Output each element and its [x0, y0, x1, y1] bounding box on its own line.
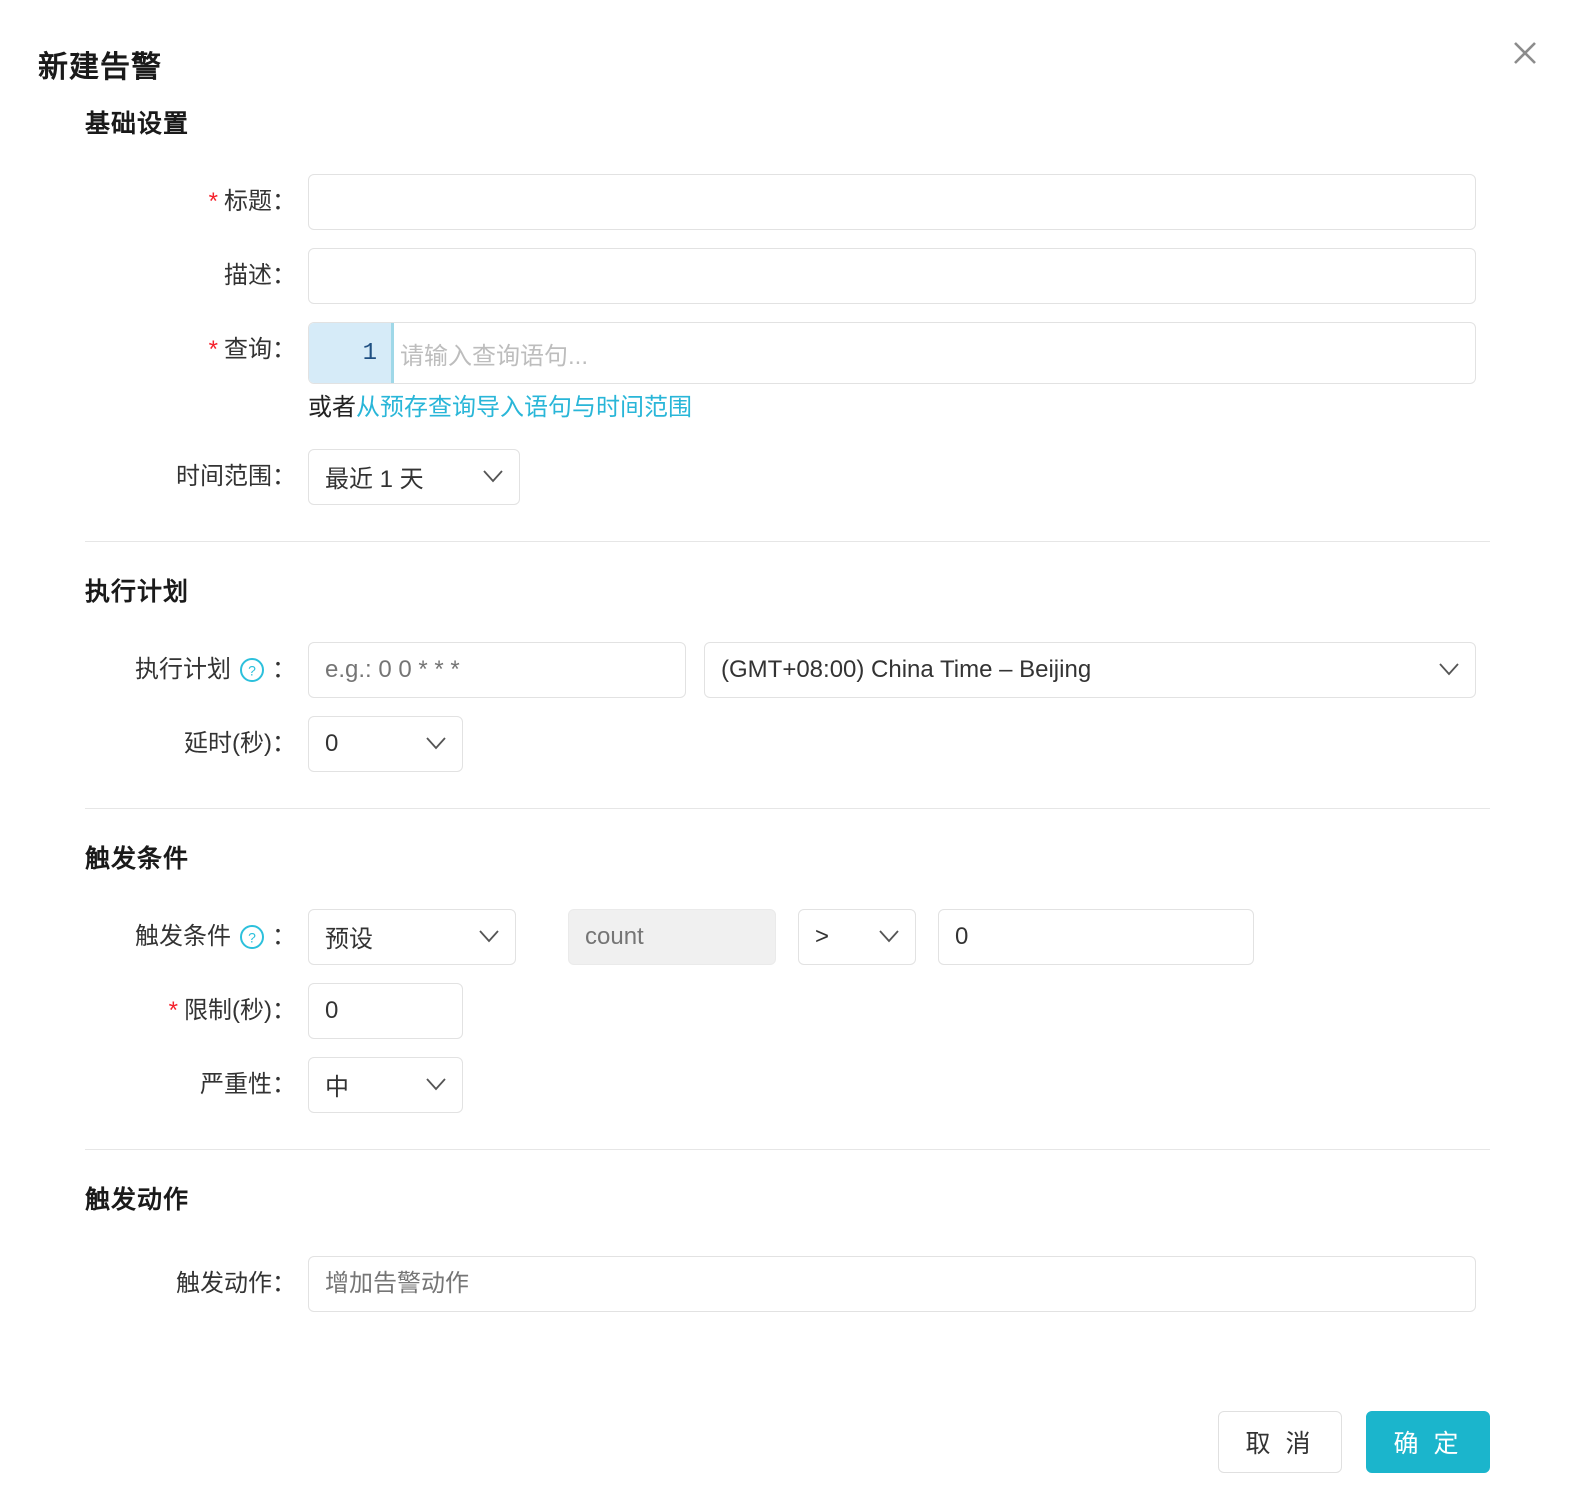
time-range-value: 最近 1 天	[325, 466, 424, 494]
label-severity: 严重性：	[200, 1070, 296, 1098]
limit-input[interactable]	[308, 982, 463, 1039]
threshold-input[interactable]	[938, 908, 1254, 965]
chevron-down-icon	[426, 1078, 446, 1091]
timezone-value: (GMT+08:00) China Time – Beijing	[721, 655, 1092, 683]
label-delay: 延时(秒)：	[184, 729, 296, 757]
label-query: * 查询：	[85, 322, 308, 378]
row-limit: * 限制(秒)：	[0, 982, 1594, 1039]
query-line-number: 1	[309, 323, 391, 383]
operator-value: >	[815, 922, 830, 950]
chevron-down-icon	[879, 930, 899, 943]
cron-input[interactable]	[308, 641, 686, 698]
chevron-down-icon	[479, 930, 499, 943]
row-query: * 查询： 1 请输入查询语句...	[0, 322, 1594, 384]
label-cron-text: 执行计划	[135, 655, 231, 683]
count-field-input[interactable]	[568, 908, 776, 965]
label-limit: * 限制(秒)：	[85, 983, 308, 1039]
divider-schedule	[85, 540, 1490, 542]
label-title: * 标题：	[85, 174, 308, 230]
severity-value: 中	[325, 1074, 349, 1102]
label-trigger-action: 触发动作：	[176, 1269, 296, 1297]
close-icon[interactable]	[1508, 36, 1542, 70]
svg-text:?: ?	[248, 930, 256, 946]
chevron-down-icon	[483, 470, 503, 483]
section-heading-trigger: 触发条件	[85, 844, 190, 873]
required-marker-title: *	[208, 188, 218, 215]
row-time-range: 时间范围： 最近 1 天	[0, 448, 1594, 505]
condition-mode-value: 预设	[325, 926, 373, 954]
row-trigger-action: 触发动作：	[0, 1255, 1594, 1312]
divider-action	[85, 1148, 1490, 1150]
row-condition: 触发条件? ： 预设 >	[0, 908, 1594, 965]
label-query-text: 查询：	[224, 336, 296, 363]
required-marker-limit: *	[168, 996, 179, 1024]
label-cron-colon: ：	[272, 655, 296, 683]
description-input[interactable]	[308, 248, 1476, 304]
label-time-range: 时间范围：	[176, 462, 296, 490]
timezone-select[interactable]: (GMT+08:00) China Time – Beijing	[704, 641, 1476, 698]
query-import-helper: 或者从预存查询导入语句与时间范围	[0, 394, 1594, 423]
row-cron: 执行计划? ： (GMT+08:00) China Time – Beijing	[0, 641, 1594, 698]
operator-select[interactable]: >	[798, 908, 916, 965]
dialog-footer: 取 消 确 定	[0, 1382, 1594, 1502]
label-condition-colon: ：	[272, 922, 296, 950]
dialog-title: 新建告警	[38, 51, 162, 84]
import-preset-query-link[interactable]: 从预存查询导入语句与时间范围	[356, 394, 692, 421]
query-editor[interactable]: 1 请输入查询语句...	[308, 322, 1476, 384]
row-delay: 延时(秒)： 0	[0, 715, 1594, 772]
label-title-text: 标题：	[224, 188, 296, 215]
delay-select[interactable]: 0	[308, 715, 463, 772]
label-cron: 执行计划? ：	[85, 642, 308, 698]
query-placeholder: 请输入查询语句...	[400, 342, 589, 370]
confirm-button[interactable]: 确 定	[1366, 1411, 1490, 1473]
help-circle-icon-cron[interactable]: ?	[239, 657, 265, 683]
section-heading-schedule: 执行计划	[85, 577, 190, 606]
row-title: * 标题：	[0, 174, 1594, 230]
dialog-header: 新建告警	[0, 0, 1594, 104]
svg-text:?: ?	[248, 663, 256, 679]
time-range-select[interactable]: 最近 1 天	[308, 448, 520, 505]
divider-trigger	[85, 807, 1490, 809]
help-circle-icon-condition[interactable]: ?	[239, 924, 265, 950]
new-alert-dialog: 新建告警 基础设置 * 标题： 描述： * 查询： 1 请输入查询语句... 或…	[0, 0, 1594, 1502]
label-description: 描述：	[224, 262, 296, 289]
cancel-button[interactable]: 取 消	[1218, 1411, 1342, 1473]
helper-prefix: 或者	[308, 394, 356, 421]
label-condition: 触发条件? ：	[85, 909, 308, 965]
delay-value: 0	[325, 729, 339, 757]
row-description: 描述：	[0, 248, 1594, 304]
trigger-action-input[interactable]	[308, 1255, 1476, 1312]
section-heading-action: 触发动作	[85, 1185, 190, 1214]
row-severity: 严重性： 中	[0, 1056, 1594, 1113]
condition-mode-select[interactable]: 预设	[308, 908, 516, 965]
chevron-down-icon	[426, 737, 446, 750]
section-heading-basic: 基础设置	[85, 110, 190, 138]
dialog-body: 基础设置 * 标题： 描述： * 查询： 1 请输入查询语句... 或者从预存查…	[0, 104, 1594, 1312]
label-condition-text: 触发条件	[135, 922, 231, 950]
required-marker-query: *	[208, 336, 218, 363]
severity-select[interactable]: 中	[308, 1056, 463, 1113]
title-input[interactable]	[308, 174, 1476, 230]
chevron-down-icon	[1439, 663, 1459, 676]
label-limit-text: 限制(秒)：	[184, 996, 296, 1024]
